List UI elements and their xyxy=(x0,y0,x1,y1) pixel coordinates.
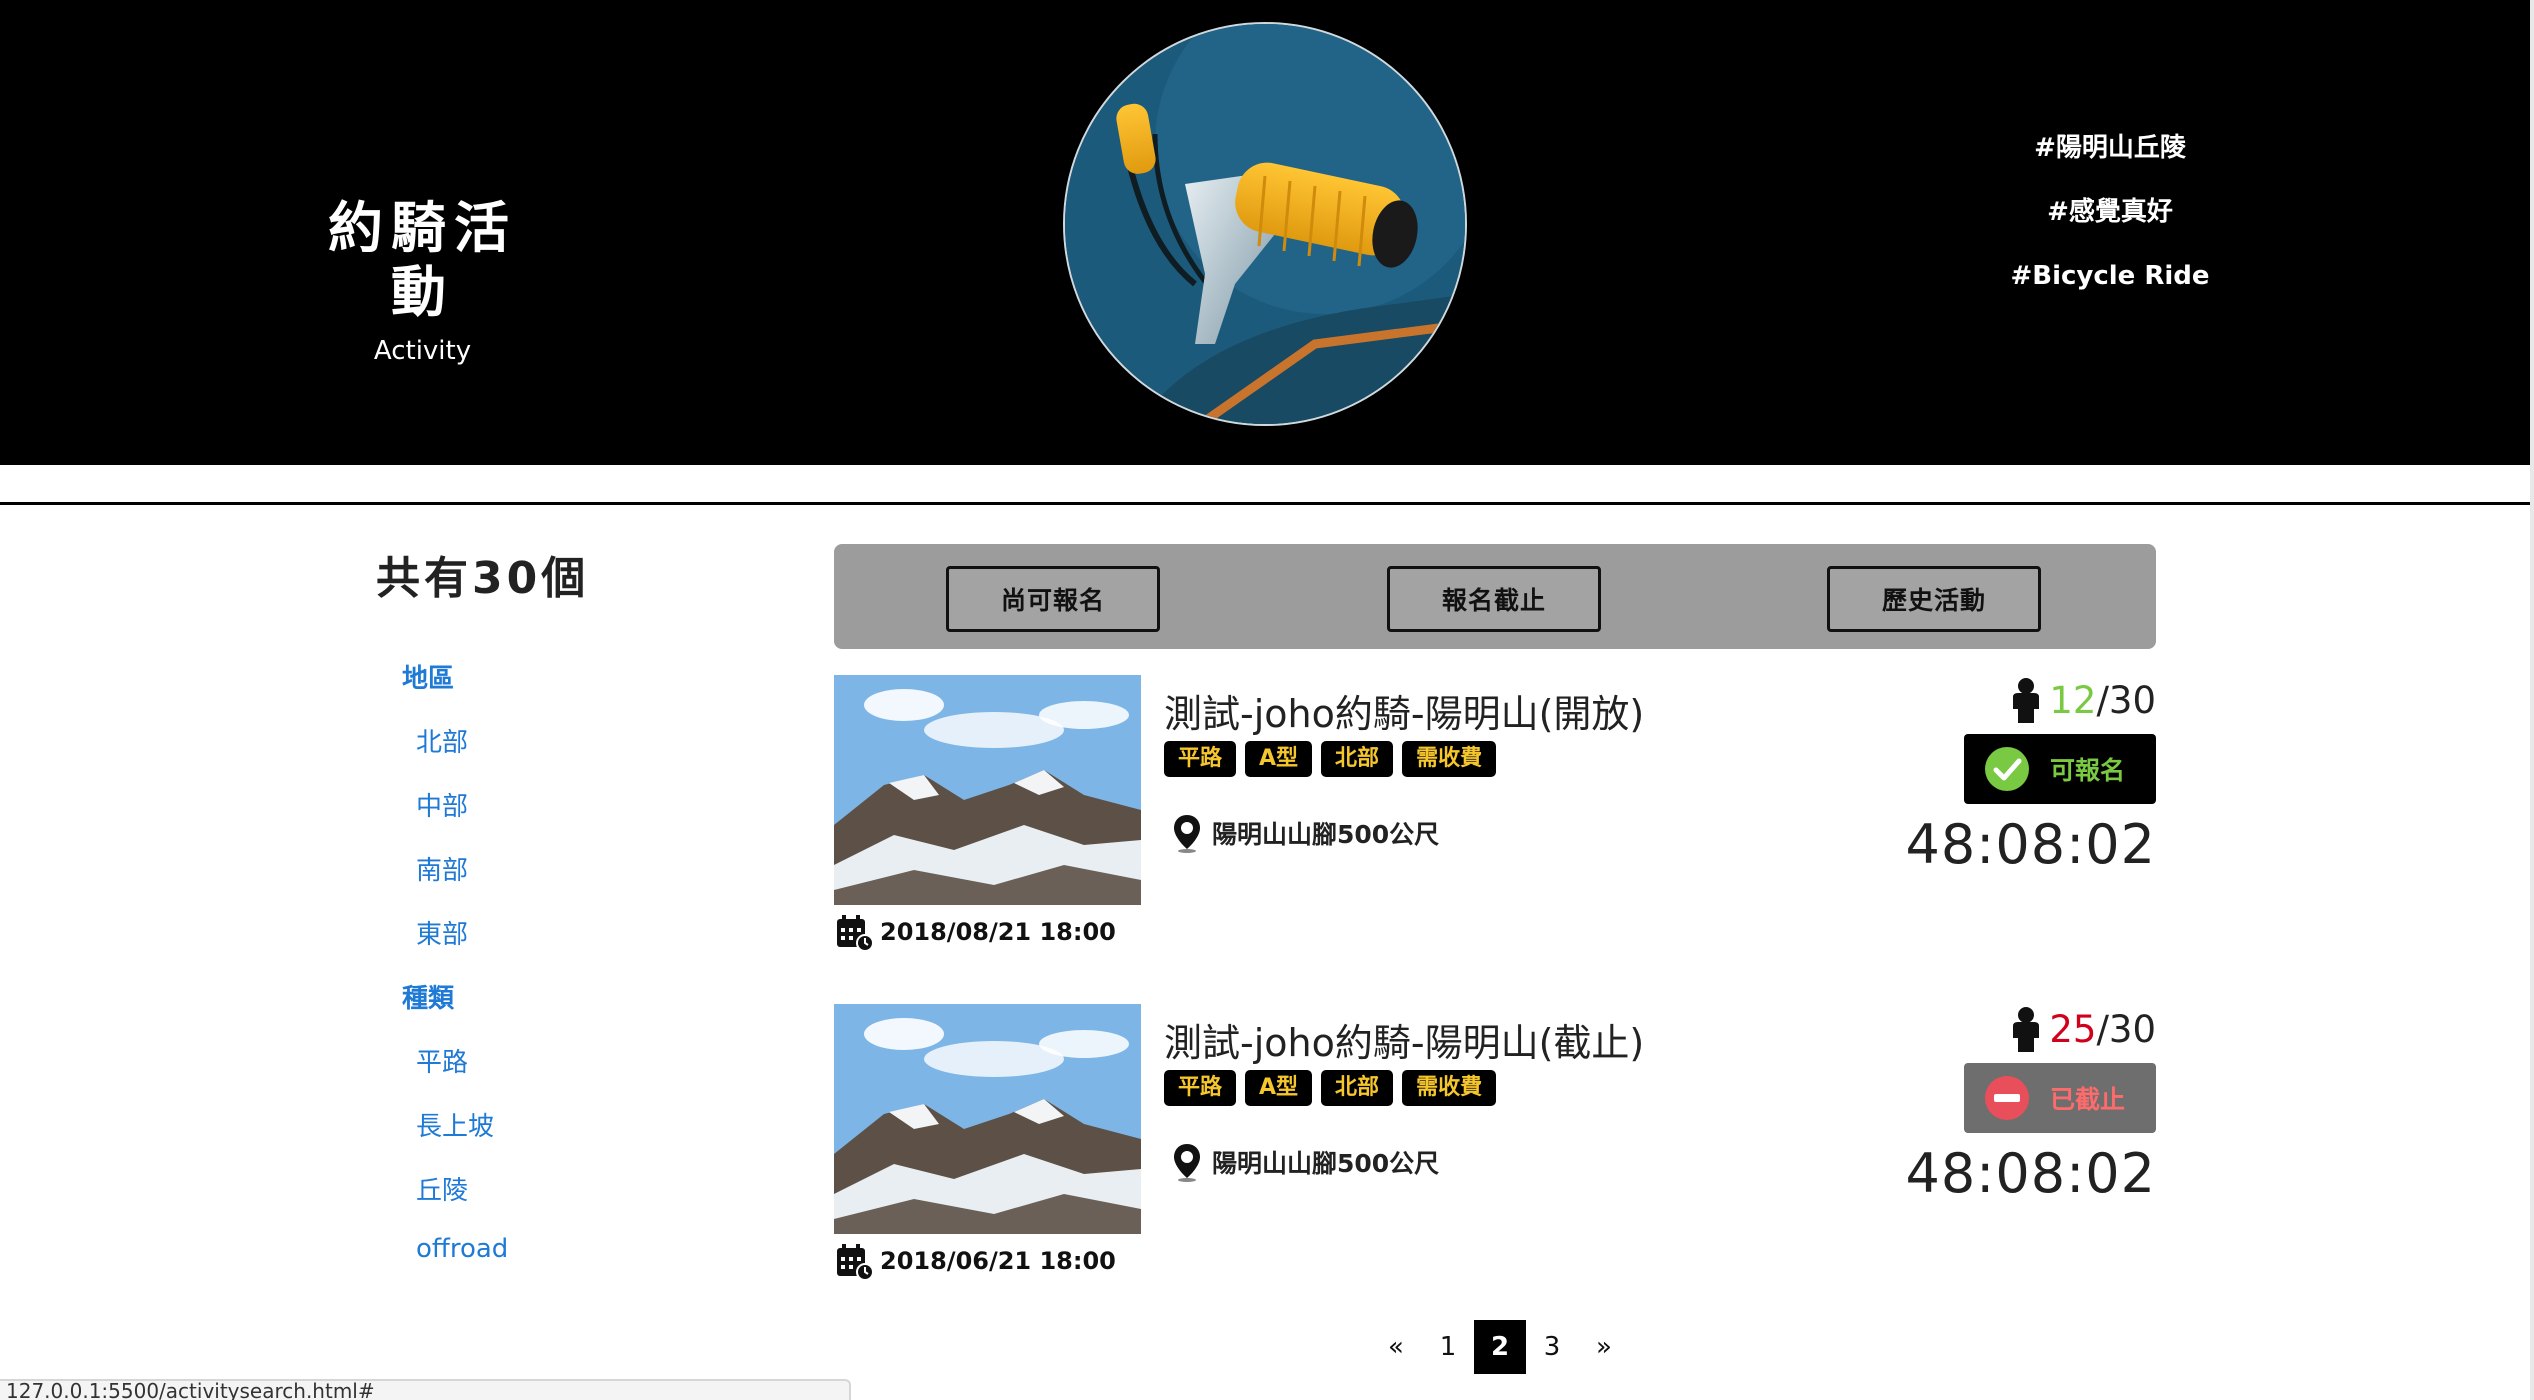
browser-status-url: 127.0.0.1:5500/activitysearch.html# xyxy=(0,1379,851,1400)
tag-badge: 需收費 xyxy=(1402,741,1497,777)
person-icon xyxy=(2013,1007,2040,1052)
activity-title[interactable]: 測試-joho約騎-陽明山(開放) xyxy=(1164,683,1644,738)
activity-tags: 平路 A型 北部 需收費 xyxy=(1164,741,1505,777)
pagination-page-2-current[interactable]: 2 xyxy=(1474,1320,1526,1374)
countdown-timer: 48:08:02 xyxy=(1905,1142,2156,1205)
activity-tags: 平路 A型 北部 需收費 xyxy=(1164,1070,1505,1106)
status-filter-bar: 尚可報名 報名截止 歷史活動 xyxy=(834,544,2156,649)
participant-count: 25 /30 xyxy=(2009,1006,2156,1052)
pagination-next[interactable]: » xyxy=(1578,1320,1630,1374)
sidebar-item-long-climb[interactable]: 長上坡 xyxy=(402,1106,508,1170)
activity-date: 2018/06/21 18:00 xyxy=(834,1241,1116,1281)
filter-open-button[interactable]: 尚可報名 xyxy=(946,566,1160,632)
participant-joined: 25 xyxy=(2049,1007,2097,1051)
hashtag: #Bicycle Ride xyxy=(2010,261,2210,291)
participant-joined: 12 xyxy=(2049,678,2097,722)
tag-badge: 北部 xyxy=(1321,741,1394,777)
tag-badge: 平路 xyxy=(1164,1070,1237,1106)
activity-thumbnail[interactable] xyxy=(834,1004,1141,1234)
bicycle-handlebar-photo xyxy=(1063,22,1467,426)
filter-sidebar: 地區 北部 中部 南部 東部 種類 平路 長上坡 丘陵 offroad xyxy=(402,658,508,1298)
tag-badge: A型 xyxy=(1245,1070,1313,1106)
no-entry-icon xyxy=(1985,1076,2029,1120)
sidebar-item-north[interactable]: 北部 xyxy=(402,722,508,786)
hero-background: 約騎活動 Activity #陽明山丘陵 #感覺真好 #Bicycle Ride xyxy=(0,0,2530,465)
activity-date-text: 2018/08/21 18:00 xyxy=(880,918,1116,946)
map-pin-icon xyxy=(1174,815,1200,853)
participant-count: 12 /30 xyxy=(2009,677,2156,723)
sidebar-item-central[interactable]: 中部 xyxy=(402,786,508,850)
sidebar-item-south[interactable]: 南部 xyxy=(402,850,508,914)
pagination: « 1 2 3 » xyxy=(1370,1320,1630,1374)
person-icon xyxy=(2013,678,2040,723)
hashtag: #陽明山丘陵 xyxy=(2034,133,2186,163)
section-divider xyxy=(0,502,2530,505)
pagination-page-1[interactable]: 1 xyxy=(1422,1320,1474,1374)
activity-card[interactable]: 2018/06/21 18:00 測試-joho約騎-陽明山(截止) 平路 A型… xyxy=(834,1004,2156,1304)
window-edge xyxy=(2530,0,2534,1400)
activity-location: 陽明山山腳500公尺 xyxy=(1172,813,1439,853)
tag-badge: 需收費 xyxy=(1402,1070,1497,1106)
activity-count: 共有30個 xyxy=(376,553,590,604)
calendar-clock-icon xyxy=(837,1244,874,1281)
activity-thumbnail[interactable] xyxy=(834,675,1141,905)
sidebar-group-type[interactable]: 種類 xyxy=(402,978,508,1042)
map-pin-icon xyxy=(1174,1144,1200,1182)
status-text: 已截止 xyxy=(2050,1085,2126,1114)
participant-total: /30 xyxy=(2096,678,2156,722)
sidebar-item-offroad[interactable]: offroad xyxy=(402,1234,508,1298)
check-icon xyxy=(1985,747,2029,791)
hero-title: 約騎活動 Activity xyxy=(300,196,545,366)
status-text: 可報名 xyxy=(2050,756,2126,785)
page-title: 約騎活動 xyxy=(327,196,517,324)
calendar-clock-icon xyxy=(837,915,874,952)
activity-date-text: 2018/06/21 18:00 xyxy=(880,1247,1116,1275)
activity-date: 2018/08/21 18:00 xyxy=(834,912,1116,952)
sidebar-item-flat-road[interactable]: 平路 xyxy=(402,1042,508,1106)
status-badge[interactable]: 可報名 xyxy=(1964,734,2156,804)
activity-title[interactable]: 測試-joho約騎-陽明山(截止) xyxy=(1164,1012,1644,1067)
sidebar-group-region[interactable]: 地區 xyxy=(402,658,508,722)
activity-card[interactable]: 2018/08/21 18:00 測試-joho約騎-陽明山(開放) 平路 A型… xyxy=(834,675,2156,975)
filter-history-button[interactable]: 歷史活動 xyxy=(1827,566,2041,632)
tag-badge: 平路 xyxy=(1164,741,1237,777)
hashtag: #感覺真好 xyxy=(2047,197,2173,227)
tag-badge: 北部 xyxy=(1321,1070,1394,1106)
pagination-page-3[interactable]: 3 xyxy=(1526,1320,1578,1374)
pagination-prev[interactable]: « xyxy=(1370,1320,1422,1374)
activity-location-text: 陽明山山腳500公尺 xyxy=(1212,1149,1440,1178)
filter-closed-button[interactable]: 報名截止 xyxy=(1387,566,1601,632)
tag-badge: A型 xyxy=(1245,741,1313,777)
sidebar-item-hills[interactable]: 丘陵 xyxy=(402,1170,508,1234)
participant-total: /30 xyxy=(2096,1007,2156,1051)
activity-location-text: 陽明山山腳500公尺 xyxy=(1212,820,1440,849)
countdown-timer: 48:08:02 xyxy=(1905,813,2156,876)
sidebar-item-east[interactable]: 東部 xyxy=(402,914,508,978)
status-badge[interactable]: 已截止 xyxy=(1964,1063,2156,1133)
hashtag-list: #陽明山丘陵 #感覺真好 #Bicycle Ride xyxy=(1990,128,2230,320)
activity-location: 陽明山山腳500公尺 xyxy=(1172,1142,1439,1182)
page-subtitle: Activity xyxy=(373,336,472,366)
